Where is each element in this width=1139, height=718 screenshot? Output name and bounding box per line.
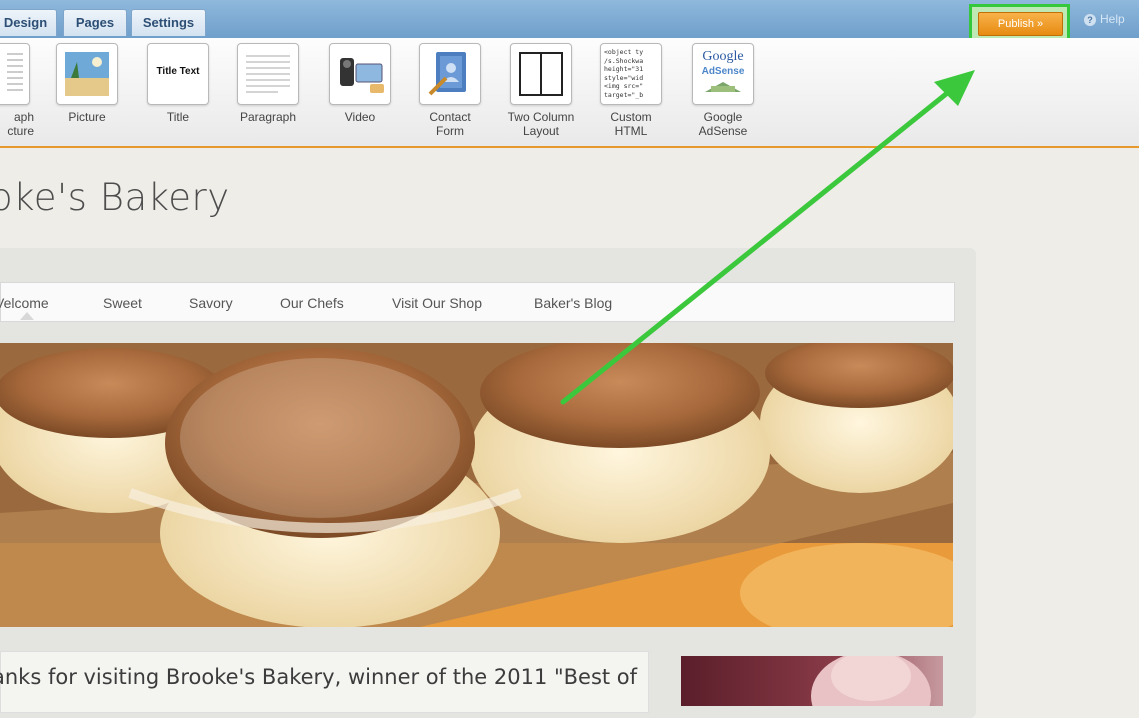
annotation-arrow	[560, 70, 975, 405]
